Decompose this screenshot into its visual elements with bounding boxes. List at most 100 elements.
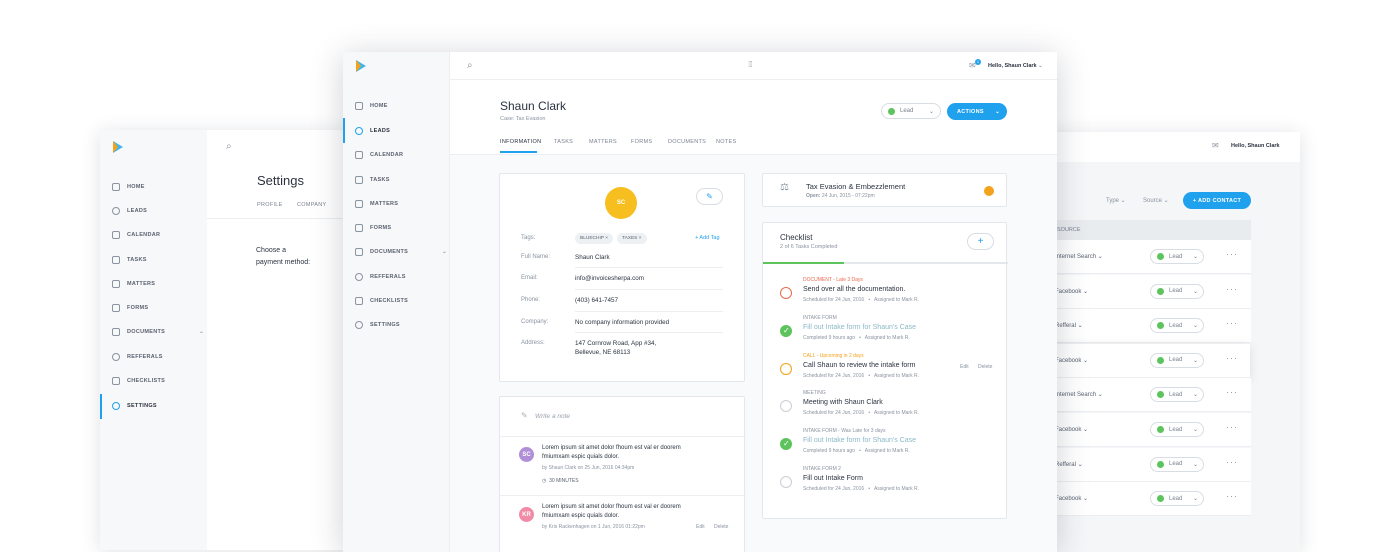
close-icon[interactable]: ×	[605, 236, 608, 241]
tab-information[interactable]: INFORMATION	[500, 139, 541, 145]
note-input[interactable]: Write a note	[535, 413, 570, 420]
sidebar-item-documents[interactable]: DOCUMENTS ⌄	[112, 328, 204, 336]
task-delete-button[interactable]: Delete	[978, 364, 992, 370]
task-checkbox[interactable]	[780, 362, 792, 375]
tab-notes[interactable]: NOTES	[716, 139, 736, 145]
source-cell[interactable]: Internet Search ⌄	[1055, 391, 1103, 398]
table-row[interactable]: Facebook ⌄ Lead ⌄ ···	[1055, 413, 1251, 447]
add-task-button[interactable]: +	[967, 233, 994, 250]
add-contact-button[interactable]: + ADD CONTACT	[1183, 192, 1251, 209]
status-select[interactable]: Lead ⌄	[1150, 318, 1204, 334]
search-icon[interactable]: ⌕	[467, 60, 473, 71]
sidebar-item-tasks[interactable]: TASKS	[112, 256, 147, 264]
sidebar-item-calendar[interactable]: CALENDAR	[355, 151, 403, 159]
checklist-item[interactable]: INTAKE FORM - Was Late for 3 days Fill o…	[763, 424, 1008, 460]
more-icon[interactable]: ···	[1226, 457, 1238, 467]
source-cell[interactable]: Refferal ⌄	[1055, 322, 1083, 329]
sidebar-item-leads[interactable]: LEADS	[112, 207, 147, 215]
table-row[interactable]: Facebook ⌄ Lead ⌄ ···	[1055, 274, 1251, 309]
tab-documents[interactable]: DOCUMENTS	[668, 139, 706, 145]
sidebar-item-forms[interactable]: FORMS	[112, 304, 148, 312]
table-row[interactable]: Facebook ⌄ Lead ⌄ ···	[1055, 482, 1251, 517]
user-icon	[355, 127, 363, 135]
sidebar-item-settings[interactable]: SETTINGS	[112, 402, 157, 410]
more-icon[interactable]: ···	[1226, 422, 1238, 432]
sidebar-item-checklists[interactable]: CHECKLISTS	[112, 377, 165, 385]
table-row[interactable]: Internet Search ⌄ Lead ⌄ ···	[1055, 378, 1251, 413]
task-checkbox[interactable]	[780, 438, 792, 451]
document-icon	[355, 248, 363, 256]
avatar: SC	[605, 187, 637, 219]
task-checkbox[interactable]	[780, 324, 792, 337]
apps-grid-icon[interactable]: ⁞⁞⁞	[748, 60, 753, 69]
status-select[interactable]: Lead ⌄	[1150, 422, 1204, 437]
sidebar-item-refferals[interactable]: REFFERALS	[355, 273, 406, 281]
status-select[interactable]: Lead ⌄	[881, 103, 941, 119]
checklist-item[interactable]: MEETING Meeting with Shaun Clark Schedul…	[763, 386, 1008, 422]
checklist-item[interactable]: DOCUMENT - Late 3 Days Send over all the…	[763, 273, 1008, 309]
task-checkbox[interactable]	[780, 476, 792, 488]
sidebar-item-tasks[interactable]: TASKS	[355, 176, 390, 184]
source-cell[interactable]: Facebook ⌄	[1055, 495, 1088, 502]
sidebar-item-calendar[interactable]: CALENDAR	[112, 231, 160, 239]
note-delete-button[interactable]: Delete	[714, 524, 728, 530]
checklist-item[interactable]: CALL - Upcoming in 2 days Call Shaun to …	[763, 349, 1008, 385]
divider	[500, 495, 746, 496]
close-icon[interactable]: ×	[639, 236, 642, 241]
checklist-item[interactable]: INTAKE FORM Fill out Intake form for Sha…	[763, 311, 1008, 347]
tab-company[interactable]: COMPANY	[297, 202, 327, 208]
sidebar-item-settings[interactable]: SETTINGS	[355, 321, 400, 329]
sidebar-item-home[interactable]: HOME	[355, 102, 388, 110]
table-row[interactable]: Refferal ⌄ Lead ⌄ ···	[1055, 309, 1251, 344]
tag-bluechip[interactable]: BLUECHIP ×	[575, 233, 614, 244]
status-select[interactable]: Lead ⌄	[1150, 387, 1204, 403]
source-cell[interactable]: Facebook ⌄	[1055, 357, 1088, 364]
edit-icon[interactable]: ✎	[696, 188, 723, 205]
more-icon[interactable]: ···	[1226, 353, 1238, 363]
task-checkbox[interactable]	[780, 287, 792, 299]
tab-matters[interactable]: MATTERS	[589, 139, 617, 145]
task-edit-button[interactable]: Edit	[960, 364, 969, 370]
sidebar-item-home[interactable]: HOME	[112, 183, 145, 191]
sidebar-item-forms[interactable]: FORMS	[355, 224, 391, 232]
sidebar-item-documents[interactable]: DOCUMENTS ⌄	[355, 248, 447, 256]
tab-tasks[interactable]: TASKS	[554, 139, 573, 145]
tag-taxes[interactable]: TAXES ×	[617, 233, 647, 244]
status-select[interactable]: Lead ⌄	[1150, 491, 1204, 507]
user-greeting[interactable]: Hello, Shaun Clark	[1231, 143, 1280, 149]
sidebar-item-matters[interactable]: MATTERS	[355, 200, 398, 208]
filter-source[interactable]: Source ⌄	[1143, 197, 1169, 204]
task-checkbox[interactable]	[780, 400, 792, 413]
search-icon[interactable]: ⌕	[226, 141, 232, 152]
note-edit-button[interactable]: Edit	[696, 524, 705, 530]
status-select[interactable]: Lead ⌄	[1150, 456, 1204, 472]
tab-profile[interactable]: PROFILE	[257, 202, 283, 208]
status-select[interactable]: Lead ⌄	[1150, 352, 1204, 368]
add-tag-link[interactable]: + Add Tag	[695, 235, 720, 241]
source-cell[interactable]: Facebook ⌄	[1055, 426, 1088, 433]
status-select[interactable]: Lead ⌄	[1150, 283, 1204, 299]
source-cell[interactable]: Refferal ⌄	[1055, 461, 1083, 468]
sidebar-item-matters[interactable]: MATTERS	[112, 280, 155, 288]
more-icon[interactable]: ···	[1226, 491, 1238, 501]
user-greeting[interactable]: Hello, Shaun Clark ⌄	[988, 63, 1043, 69]
filter-type[interactable]: Type ⌄	[1106, 197, 1126, 204]
more-icon[interactable]: ···	[1226, 318, 1238, 328]
sidebar-item-refferals[interactable]: REFFERALS	[112, 353, 163, 361]
actions-button[interactable]: ACTIONS ⌄	[947, 103, 1007, 120]
more-icon[interactable]: ···	[1226, 284, 1238, 294]
matter-card[interactable]: ⚖ Tax Evasion & Embezzlement Open: 24 Ju…	[762, 173, 1007, 207]
table-row[interactable]: Internet Search ⌄ Lead ⌄ ···	[1055, 240, 1251, 274]
source-cell[interactable]: Internet Search ⌄	[1055, 253, 1103, 260]
more-icon[interactable]: ···	[1226, 387, 1238, 397]
table-row[interactable]: Facebook ⌄ Lead ⌄ ···	[1040, 343, 1250, 378]
tab-forms[interactable]: FORMS	[631, 139, 652, 145]
sidebar-item-leads[interactable]: LEADS	[355, 127, 390, 135]
notification-icon[interactable]: ✉	[1212, 141, 1219, 150]
table-row[interactable]: Refferal ⌄ Lead ⌄ ···	[1055, 447, 1251, 482]
sidebar-item-checklists[interactable]: CHECKLISTS	[355, 297, 408, 305]
more-icon[interactable]: ···	[1226, 249, 1238, 259]
checklist-item[interactable]: INTAKE FORM 2 Fill out Intake Form Sched…	[763, 462, 1008, 498]
source-cell[interactable]: Facebook ⌄	[1055, 288, 1088, 295]
status-select[interactable]: Lead ⌄	[1150, 249, 1204, 264]
